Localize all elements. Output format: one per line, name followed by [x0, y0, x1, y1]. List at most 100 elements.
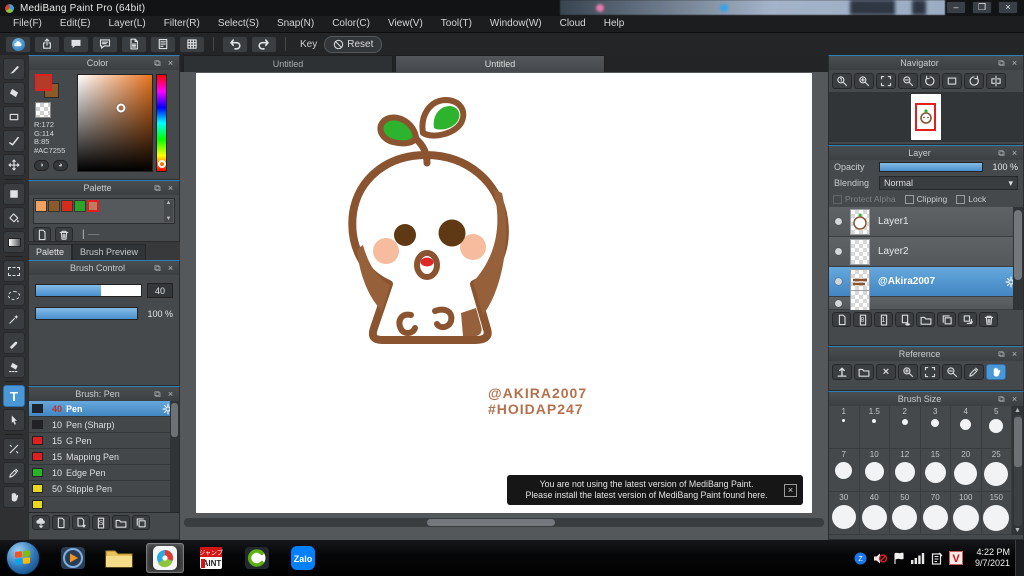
layer-folder-button[interactable] — [916, 312, 935, 327]
notification-close-icon[interactable]: × — [784, 483, 797, 497]
reset-rotation-button[interactable] — [942, 73, 962, 89]
checkbox-box[interactable] — [956, 194, 966, 204]
bucket-tool[interactable] — [3, 207, 25, 229]
clear-button[interactable]: × — [876, 364, 896, 380]
maximize-button[interactable]: ❒ — [972, 1, 992, 14]
scroll-down-icon[interactable]: ▼ — [1014, 527, 1021, 534]
close-icon[interactable]: × — [165, 389, 176, 400]
eyedropper-tool[interactable] — [3, 462, 25, 484]
brush-item-stipple-pen[interactable]: 50 Stipple Pen — [29, 481, 179, 497]
popout-icon[interactable]: ⧉ — [152, 263, 163, 274]
close-icon[interactable]: × — [1009, 349, 1020, 360]
layer-opacity-slider[interactable] — [879, 162, 983, 172]
move-tool[interactable] — [3, 154, 25, 176]
taskbar-app-explorer[interactable] — [100, 543, 138, 573]
start-button[interactable] — [6, 541, 40, 575]
layer-list-scrollbar[interactable] — [1013, 207, 1023, 310]
taskbar-app-media-player[interactable] — [54, 543, 92, 573]
import-image-button[interactable] — [832, 364, 852, 380]
scroll-up-icon[interactable]: ▲ — [1014, 407, 1021, 414]
add-layer-button[interactable] — [832, 312, 851, 327]
hand-tool[interactable] — [3, 486, 25, 508]
document-button[interactable] — [121, 35, 147, 53]
brush-size-70[interactable]: 70 — [920, 492, 951, 535]
material-button[interactable] — [150, 35, 176, 53]
brush-size-3[interactable]: 3 — [920, 406, 951, 449]
menu-item-filter[interactable]: Filter(R) — [155, 16, 209, 32]
fit-screen-button[interactable] — [876, 73, 896, 89]
close-icon[interactable]: × — [165, 263, 176, 274]
layer-row-layer2[interactable]: Layer2 — [829, 237, 1023, 267]
add-1bit-layer-button[interactable]: 1 — [874, 312, 893, 327]
magic-wand-tool[interactable] — [3, 308, 25, 330]
menu-item-help[interactable]: Help — [595, 16, 634, 32]
brush-size-100[interactable]: 100 — [951, 492, 982, 535]
menu-item-cloud[interactable]: Cloud — [551, 16, 595, 32]
select-pen-tool[interactable] — [3, 332, 25, 354]
add-brush-menu-button[interactable] — [72, 515, 90, 530]
shape-tool[interactable] — [3, 106, 25, 128]
volume-muted-icon[interactable] — [873, 552, 887, 565]
close-icon[interactable]: × — [1009, 394, 1020, 405]
brush-size-40[interactable]: 40 — [859, 492, 890, 535]
eyedropper-button[interactable] — [964, 364, 984, 380]
publish-button[interactable] — [34, 35, 60, 53]
eraser-tool[interactable] — [3, 82, 25, 104]
brush-size-150[interactable]: 150 — [981, 492, 1012, 535]
popout-icon[interactable]: ⧉ — [996, 58, 1007, 69]
cloud-button[interactable] — [5, 35, 31, 53]
layer-row-partial[interactable] — [829, 290, 1023, 310]
palette-scrollbar[interactable]: ▲ ▼ — [164, 200, 173, 222]
hue-marker[interactable] — [157, 160, 166, 169]
fit-screen-button[interactable] — [920, 364, 940, 380]
brush-size-12[interactable]: 12 — [890, 449, 921, 492]
navigator-preview[interactable] — [829, 92, 1023, 142]
saturation-value-picker[interactable] — [77, 74, 153, 172]
snap-tool[interactable] — [3, 130, 25, 152]
canvas-viewport[interactable]: @AKIRA2007 #HOIDAP247 You are not using … — [180, 72, 828, 540]
network-icon[interactable] — [910, 552, 925, 564]
menu-item-color[interactable]: Color(C) — [323, 16, 379, 32]
brush-tool[interactable] — [3, 58, 25, 80]
hue-bar[interactable] — [156, 74, 167, 172]
rotate-ccw-button[interactable] — [920, 73, 940, 89]
foreground-color-swatch[interactable] — [35, 74, 52, 91]
panel-tab-palette[interactable]: Palette — [28, 244, 73, 260]
document-tab-0[interactable]: Untitled — [183, 55, 393, 72]
duplicate-brush-button[interactable] — [132, 515, 150, 530]
zalo-tray-icon[interactable]: Z — [854, 552, 867, 565]
brush-size-1.5[interactable]: 1.5 — [859, 406, 890, 449]
brush-size-20[interactable]: 20 — [951, 449, 982, 492]
layer-visibility-dot[interactable] — [835, 299, 842, 307]
checkbox-box[interactable] — [833, 194, 842, 204]
vietkey-icon[interactable]: V — [948, 551, 963, 565]
brush-size-10[interactable]: 10 — [859, 449, 890, 492]
brush-size-4[interactable]: 4 — [951, 406, 982, 449]
lasso-tool[interactable] — [3, 284, 25, 306]
gradient-tool[interactable] — [3, 231, 25, 253]
show-desktop-button[interactable] — [1015, 540, 1024, 576]
taskbar-app-jump-paint[interactable]: ジャンプ AINT — [192, 543, 230, 573]
brush-size-slider[interactable] — [35, 284, 142, 297]
palette-swatch-0[interactable] — [35, 200, 47, 212]
palette-swatch-4[interactable] — [87, 200, 99, 212]
blending-dropdown[interactable]: Normal ▾ — [879, 176, 1018, 190]
palette-swatch-1[interactable] — [48, 200, 60, 212]
palette-swatch-3[interactable] — [74, 200, 86, 212]
brush-size-value[interactable]: 40 — [147, 283, 173, 298]
brush-size-1[interactable]: 1 — [829, 406, 860, 449]
navigator-viewport-box[interactable] — [915, 103, 936, 131]
menu-item-snap[interactable]: Snap(N) — [268, 16, 323, 32]
brush-item-pen-sharp-[interactable]: 10 Pen (Sharp) — [29, 417, 179, 433]
close-icon[interactable]: × — [165, 58, 176, 69]
brush-list-scrollbar[interactable] — [170, 401, 179, 512]
zoom-out-button[interactable] — [898, 73, 918, 89]
brush-size-25[interactable]: 25 — [981, 449, 1012, 492]
layer-visibility-dot[interactable] — [835, 248, 842, 255]
delete-palette-color-button[interactable] — [55, 227, 73, 242]
add-8bit-layer-button[interactable]: 8 — [853, 312, 872, 327]
chat-button[interactable] — [92, 35, 118, 53]
menu-item-view[interactable]: View(V) — [379, 16, 432, 32]
canvas-horizontal-scrollbar[interactable] — [184, 518, 824, 527]
brush-size-30[interactable]: 30 — [829, 492, 860, 535]
